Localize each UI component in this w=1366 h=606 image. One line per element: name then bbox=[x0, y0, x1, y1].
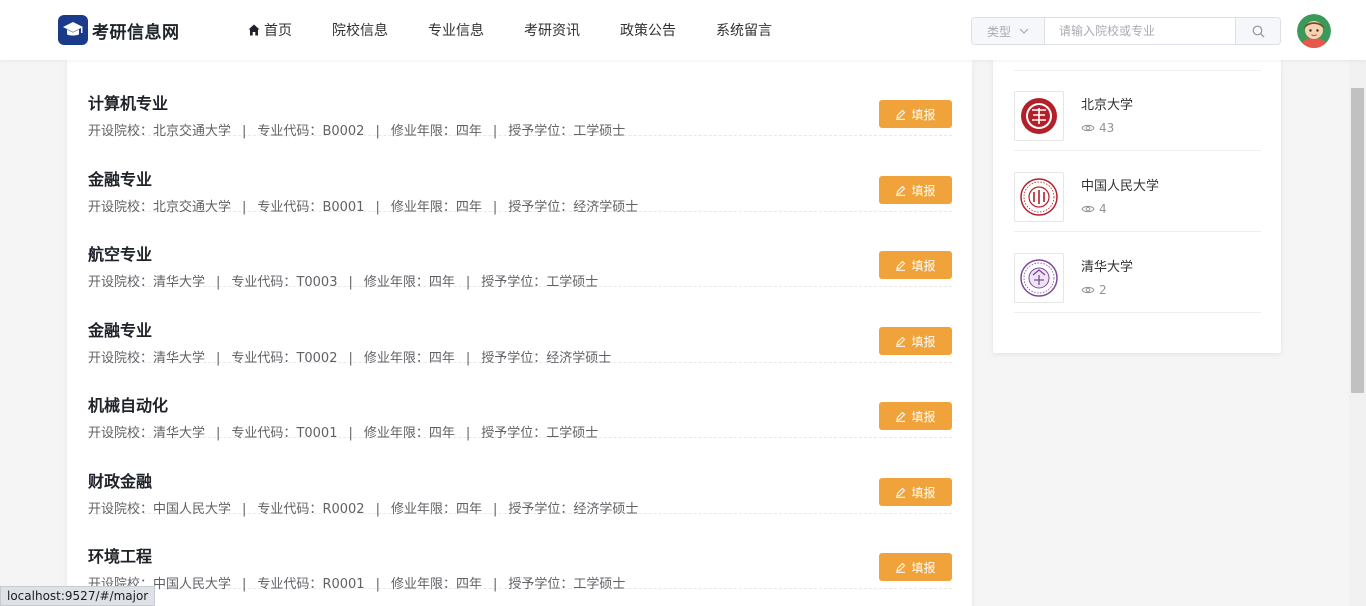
fill-button[interactable]: 填报 bbox=[879, 251, 952, 279]
fill-button[interactable]: 填报 bbox=[879, 402, 952, 430]
scrollbar-thumb[interactable] bbox=[1351, 88, 1364, 393]
list-item: 财政金融 开设院校：中国人民大学 | 专业代码：R0002 | 修业年限：四年 | 授予学位… bbox=[88, 438, 952, 517]
major-name[interactable]: 计算机专业 bbox=[88, 90, 168, 114]
edit-icon bbox=[896, 487, 906, 498]
school-name: 清华大学 bbox=[1081, 260, 1134, 275]
fill-button[interactable]: 填报 bbox=[879, 553, 952, 581]
views-count: 2 bbox=[1099, 283, 1107, 297]
fill-button[interactable]: 填报 bbox=[879, 478, 952, 506]
school-views: 43 bbox=[1081, 121, 1114, 135]
major-name[interactable]: 航空专业 bbox=[88, 241, 152, 265]
eye-icon bbox=[1081, 205, 1095, 213]
school-views: 4 bbox=[1081, 202, 1107, 216]
code-value: R0001 bbox=[322, 577, 365, 592]
list-item: 金融专业 开设院校：清华大学 | 专业代码：T0002 | 修业年限：四年 | 授予学位：经… bbox=[88, 287, 952, 366]
fill-button-label: 填报 bbox=[911, 334, 936, 349]
major-meta: 开设院校：中国人民大学 | 专业代码：R0001 | 修业年限：四年 | 授予学位：工学硕士 bbox=[88, 577, 626, 592]
eye-icon bbox=[1081, 286, 1095, 294]
fill-button-label: 填报 bbox=[911, 107, 936, 122]
chevron-down-icon bbox=[1019, 28, 1029, 34]
nav-item-messages[interactable]: 系统留言 bbox=[716, 20, 772, 40]
edit-icon bbox=[896, 109, 906, 120]
search-input[interactable] bbox=[1045, 18, 1235, 44]
edit-icon bbox=[896, 185, 906, 196]
views-count: 43 bbox=[1099, 121, 1115, 135]
search-icon bbox=[1252, 25, 1264, 37]
major-name[interactable]: 金融专业 bbox=[88, 317, 152, 341]
home-icon bbox=[248, 24, 260, 36]
fill-button-label: 填报 bbox=[911, 485, 936, 500]
page-scrollbar[interactable] bbox=[1349, 60, 1366, 606]
fill-button-label: 填报 bbox=[911, 183, 936, 198]
list-item: 计算机专业 开设院校：北京交通大学 | 专业代码：B0002 | 修业年限：四年 | 授予学… bbox=[88, 60, 952, 139]
views-count: 4 bbox=[1099, 202, 1107, 216]
fill-button-label: 填报 bbox=[911, 409, 936, 424]
search-type-label: 类型 bbox=[986, 24, 1011, 39]
nav-item-news[interactable]: 考研资讯 bbox=[524, 20, 580, 40]
edit-icon bbox=[896, 336, 906, 347]
code-label: 专业代码： bbox=[257, 577, 323, 592]
search-button[interactable] bbox=[1235, 18, 1280, 44]
avatar[interactable] bbox=[1297, 14, 1331, 48]
tsinghua-university-logo bbox=[1014, 253, 1064, 303]
major-name[interactable]: 机械自动化 bbox=[88, 392, 168, 416]
school-item[interactable]: 清华大学 2 bbox=[1014, 232, 1261, 313]
edit-icon bbox=[896, 411, 906, 422]
nav-item-policy[interactable]: 政策公告 bbox=[620, 20, 676, 40]
list-item: 机械自动化 开设院校：清华大学 | 专业代码：T0001 | 修业年限：四年 | 授予学位：… bbox=[88, 362, 952, 441]
school-item[interactable]: 北京大学 43 bbox=[1014, 70, 1261, 151]
years-value: 四年 bbox=[455, 577, 482, 592]
search-bar: 类型 bbox=[971, 17, 1281, 45]
renmin-university-logo bbox=[1014, 172, 1064, 222]
school-views: 2 bbox=[1081, 283, 1107, 297]
major-name[interactable]: 财政金融 bbox=[88, 468, 152, 492]
school-value: 中国人民大学 bbox=[153, 577, 232, 592]
graduation-cap-icon bbox=[58, 15, 88, 45]
search-type-select[interactable]: 类型 bbox=[972, 18, 1045, 44]
site-logo[interactable]: 考研信息网 bbox=[58, 15, 180, 45]
edit-icon bbox=[896, 562, 906, 573]
edit-icon bbox=[896, 260, 906, 271]
main-nav: 首页 院校信息 专业信息 考研资讯 政策公告 系统留言 bbox=[248, 0, 772, 60]
degree-value: 工学硕士 bbox=[573, 577, 626, 592]
school-item[interactable]: 中国人民大学 4 bbox=[1014, 151, 1261, 232]
fill-button-label: 填报 bbox=[911, 560, 936, 575]
list-item: 环境工程 开设院校：中国人民大学 | 专业代码：R0001 | 修业年限：四年 | 授予学位… bbox=[88, 513, 952, 592]
nav-item-majors[interactable]: 专业信息 bbox=[428, 20, 484, 40]
list-item: 金融专业 开设院校：北京交通大学 | 专业代码：B0001 | 修业年限：四年 | 授予学位… bbox=[88, 136, 952, 215]
school-sidebar: 北京大学 43 中国人民大学 4 清华大学 2 bbox=[993, 60, 1281, 353]
major-name[interactable]: 环境工程 bbox=[88, 543, 152, 567]
fill-button[interactable]: 填报 bbox=[879, 100, 952, 128]
site-title: 考研信息网 bbox=[92, 22, 180, 43]
status-url: localhost:9527/#/major bbox=[0, 586, 156, 606]
degree-label: 授予学位： bbox=[508, 577, 574, 592]
nav-item-home[interactable]: 首页 bbox=[248, 20, 292, 40]
school-name: 中国人民大学 bbox=[1081, 179, 1160, 194]
years-label: 修业年限： bbox=[390, 577, 456, 592]
major-list: 计算机专业 开设院校：北京交通大学 | 专业代码：B0002 | 修业年限：四年 | 授予学… bbox=[67, 60, 972, 606]
nav-item-label: 首页 bbox=[264, 23, 292, 39]
fill-button[interactable]: 填报 bbox=[879, 327, 952, 355]
nav-item-schools[interactable]: 院校信息 bbox=[332, 20, 388, 40]
fill-button-label: 填报 bbox=[911, 258, 936, 273]
peking-university-logo bbox=[1014, 91, 1064, 141]
eye-icon bbox=[1081, 124, 1095, 132]
list-item: 航空专业 开设院校：清华大学 | 专业代码：T0003 | 修业年限：四年 | 授予学位：工… bbox=[88, 211, 952, 290]
school-name: 北京大学 bbox=[1081, 98, 1134, 113]
fill-button[interactable]: 填报 bbox=[879, 176, 952, 204]
top-header: 考研信息网 首页 院校信息 专业信息 考研资讯 政策公告 系统留言 类型 bbox=[0, 0, 1366, 60]
major-name[interactable]: 金融专业 bbox=[88, 166, 152, 190]
